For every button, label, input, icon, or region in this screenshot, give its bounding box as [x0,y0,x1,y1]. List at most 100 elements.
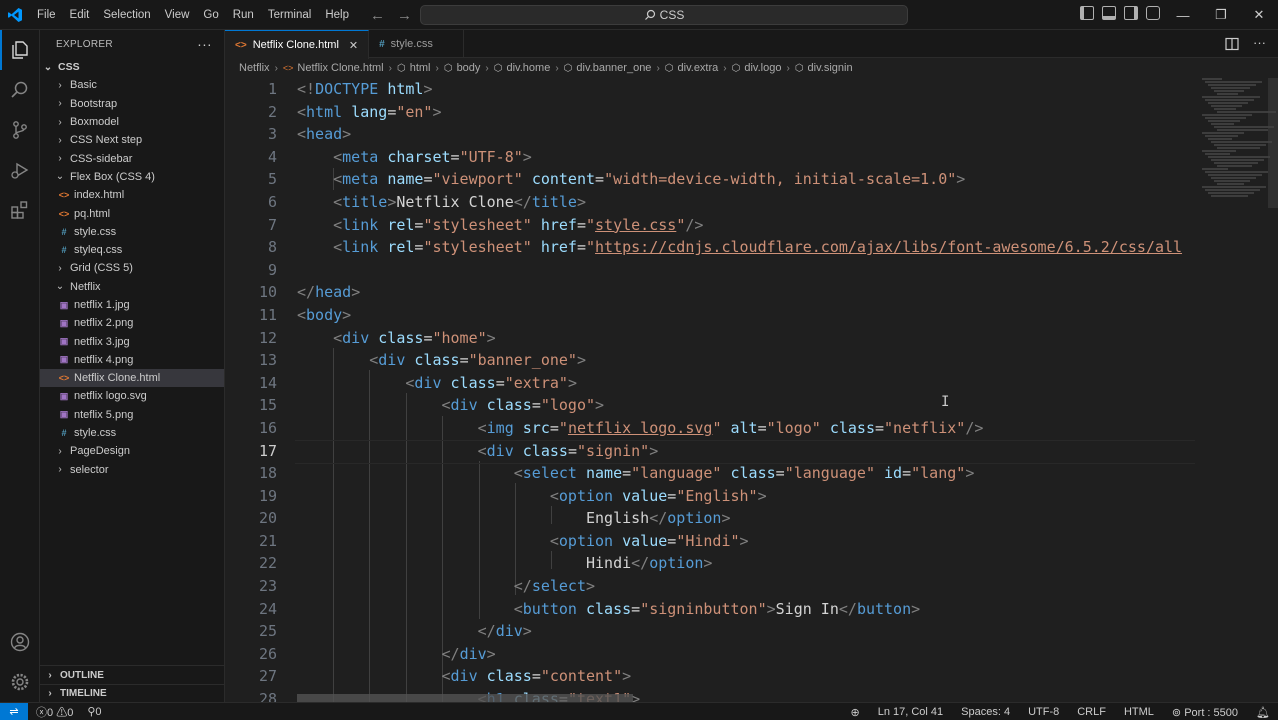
file-item[interactable]: ▣ netflix 2.png [40,314,224,332]
extensions-icon[interactable] [0,190,40,230]
more-actions-icon[interactable]: ··· [197,36,212,52]
folder-item[interactable]: › Boxmodel [40,113,224,131]
folder-item[interactable]: › Basic [40,76,224,94]
more-actions-icon[interactable]: ··· [1253,36,1266,54]
code-line[interactable]: <html lang="en"> [297,101,1197,124]
horizontal-scrollbar[interactable] [297,694,633,702]
menu-run[interactable]: Run [226,0,261,30]
file-item[interactable]: ▣ nteflix 5.png [40,406,224,424]
file-item[interactable]: <> pq.html [40,204,224,222]
code-line[interactable]: <!DOCTYPE html> [297,78,1197,101]
command-center-search[interactable]: CSS [420,5,908,25]
code-line[interactable]: <link rel="stylesheet" href="https://cdn… [297,236,1197,259]
breadcrumb-item[interactable]: div.logo [744,62,781,74]
code-line[interactable]: <div class="content"> [297,665,1197,688]
code-line[interactable]: <button class="signinbutton">Sign In</bu… [297,598,1197,621]
code-line[interactable]: <option value="English"> [297,485,1197,508]
back-arrow-icon[interactable]: ← [370,7,385,24]
minimize-icon[interactable]: — [1164,0,1202,30]
notifications-bell-icon[interactable]: 🔔︎ [1256,706,1270,719]
menu-help[interactable]: Help [318,0,356,30]
run-debug-icon[interactable] [0,150,40,190]
file-item[interactable]: <> Netflix Clone.html [40,369,224,388]
toggle-panel-icon[interactable] [1102,6,1116,20]
vertical-scrollbar[interactable] [1268,78,1278,208]
code-line[interactable]: <body> [297,304,1197,327]
indentation[interactable]: Spaces: 4 [961,706,1010,718]
file-item[interactable]: # style.css [40,424,224,442]
code-line[interactable]: Hindi</option> [297,552,1197,575]
code-line[interactable]: <div class="extra"> [297,372,1197,395]
code-line[interactable]: <head> [297,123,1197,146]
close-window-icon[interactable]: ✕ [1240,0,1278,30]
split-editor-icon[interactable] [1225,37,1239,54]
menu-edit[interactable]: Edit [63,0,97,30]
breadcrumb-item[interactable]: div.signin [808,62,853,74]
file-item[interactable]: <> index.html [40,186,224,204]
folder-item[interactable]: › Grid (CSS 5) [40,259,224,277]
code-line[interactable]: <meta name="viewport" content="width=dev… [297,168,1197,191]
live-server-port[interactable]: ⊚ Port : 5500 [1172,706,1238,719]
breadcrumb-item[interactable]: div.banner_one [576,62,651,74]
remote-indicator-icon[interactable]: ⇌ [0,702,28,720]
restore-icon[interactable]: ❐ [1202,0,1240,30]
breadcrumb-item[interactable]: div.home [507,62,551,74]
encoding[interactable]: UTF-8 [1028,706,1059,718]
code-line[interactable]: <title>Netflix Clone</title> [297,191,1197,214]
breadcrumb-item[interactable]: Netflix [239,62,270,74]
code-line[interactable]: <div class="logo"> [297,394,1197,417]
breadcrumb-item[interactable]: body [457,62,481,74]
code-line[interactable]: <div class="signin"> [295,439,1197,464]
folder-item[interactable]: › CSS-sidebar [40,149,224,167]
tab-style-css[interactable]: # style.css [369,30,464,58]
folder-item[interactable]: ⌄ Netflix [40,278,224,296]
forward-arrow-icon[interactable]: → [397,7,412,24]
folder-item[interactable]: ⌄ Flex Box (CSS 4) [40,168,224,186]
file-item[interactable]: ▣ netflix 3.jpg [40,332,224,350]
menu-file[interactable]: File [30,0,63,30]
folder-item[interactable]: › CSS Next step [40,131,224,149]
file-item[interactable]: ▣ netflix logo.svg [40,387,224,405]
menu-go[interactable]: Go [196,0,225,30]
folder-item[interactable]: › selector [40,461,224,479]
explorer-icon[interactable] [0,30,40,70]
breadcrumb-item[interactable]: div.extra [678,62,719,74]
folder-item[interactable]: › PageDesign [40,442,224,460]
code-line[interactable]: </head> [297,281,1197,304]
code-line[interactable]: <meta charset="UTF-8"> [297,146,1197,169]
cursor-position[interactable]: Ln 17, Col 41 [878,706,943,718]
code-line[interactable]: <option value="Hindi"> [297,530,1197,553]
menu-selection[interactable]: Selection [96,0,157,30]
code-line[interactable] [297,259,1197,282]
file-item[interactable]: # style.css [40,223,224,241]
code-line[interactable]: <img src="netflix logo.svg" alt="logo" c… [297,417,1197,440]
file-item[interactable]: ▣ netflix 1.jpg [40,296,224,314]
toggle-secondary-sidebar-icon[interactable] [1124,6,1138,20]
breadcrumb-item[interactable]: Netflix Clone.html [297,62,383,74]
toggle-primary-sidebar-icon[interactable] [1080,6,1094,20]
end-of-line[interactable]: CRLF [1077,706,1106,718]
code-line[interactable]: </select> [297,575,1197,598]
manage-gear-icon[interactable] [0,662,40,702]
close-tab-icon[interactable]: ✕ [349,39,358,52]
customize-layout-icon[interactable] [1146,6,1160,20]
code-line[interactable]: <div class="banner_one"> [297,349,1197,372]
file-item[interactable]: # styleq.css [40,241,224,259]
code-line[interactable]: </div> [297,620,1197,643]
workspace-root[interactable]: ⌄ CSS [40,58,224,76]
code-line[interactable]: </div> [297,643,1197,666]
code-line[interactable]: <link rel="stylesheet" href="style.css"/… [297,214,1197,237]
code-line[interactable]: English</option> [297,507,1197,530]
timeline-section[interactable]: › TIMELINE [40,683,225,702]
tab-netflix-clone-html[interactable]: <> Netflix Clone.html ✕ [225,30,370,59]
language-mode[interactable]: HTML [1124,706,1154,718]
file-item[interactable]: ▣ netflix 4.png [40,351,224,369]
zoom-icon[interactable]: ⊕ [850,706,859,719]
menu-terminal[interactable]: Terminal [261,0,318,30]
menu-view[interactable]: View [158,0,197,30]
ports-indicator[interactable]: ⚲0 [87,705,101,718]
breadcrumb-item[interactable]: html [410,62,431,74]
source-control-icon[interactable] [0,110,40,150]
code-line[interactable]: <select name="language" class="language"… [297,462,1197,485]
outline-section[interactable]: › OUTLINE [40,665,225,683]
